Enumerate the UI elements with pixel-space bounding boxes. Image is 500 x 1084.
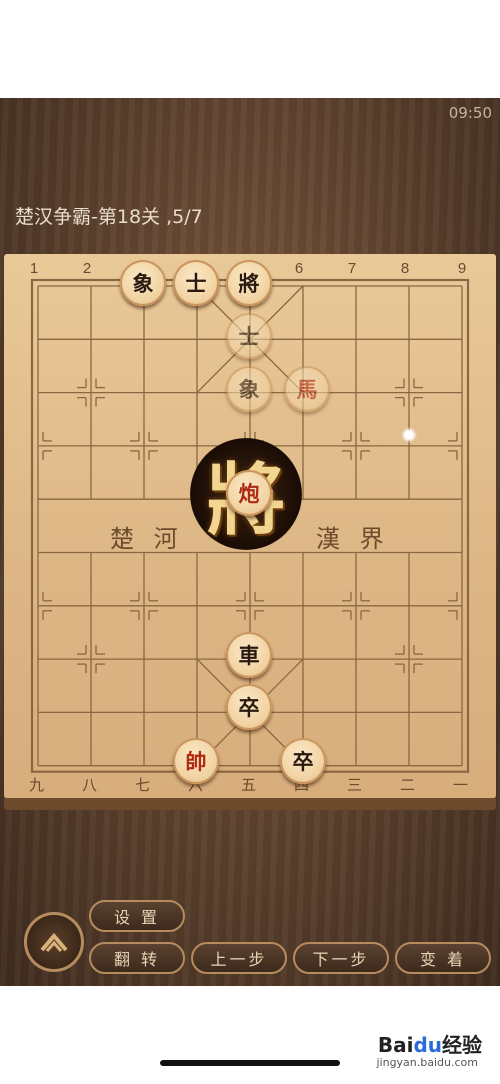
next-move-button[interactable]: 下一步: [293, 942, 389, 974]
level-title: 楚汉争霸-第18关 ,5/7: [15, 206, 203, 228]
piece-red-cannon[interactable]: 炮: [226, 470, 272, 516]
piece-black-elephant-2[interactable]: 象: [226, 366, 272, 412]
piece-black-soldier-2[interactable]: 卒: [280, 738, 326, 784]
watermark-url: jingyan.baidu.com: [376, 1056, 478, 1069]
prev-move-button[interactable]: 上一步: [191, 942, 287, 974]
file-label-top: 8: [401, 260, 409, 277]
file-label-bottom: 九: [29, 776, 45, 794]
file-label-top: 1: [30, 260, 38, 277]
file-label-bottom: 一: [453, 776, 469, 794]
river-label-chu: 楚 河: [110, 525, 184, 553]
file-label-bottom: 五: [241, 776, 257, 794]
piece-red-chariot[interactable]: 車: [226, 632, 272, 678]
file-label-bottom: 二: [400, 776, 416, 794]
piece-black-advisor-2[interactable]: 士: [226, 313, 272, 359]
home-indicator[interactable]: [160, 1060, 340, 1066]
chevron-up-icon: [40, 932, 68, 952]
piece-red-horse[interactable]: 馬: [284, 366, 330, 412]
file-label-top: 6: [295, 260, 303, 277]
piece-black-general[interactable]: 將: [226, 260, 272, 306]
watermark-brand-c: 经验: [442, 1033, 482, 1057]
file-label-top: 9: [458, 260, 466, 277]
settings-button[interactable]: 设 置: [89, 900, 185, 932]
piece-red-king[interactable]: 帥: [173, 738, 219, 784]
piece-black-advisor[interactable]: 士: [173, 260, 219, 306]
piece-black-elephant[interactable]: 象: [120, 260, 166, 306]
watermark-brand-b: du: [413, 1033, 442, 1057]
piece-black-soldier-1[interactable]: 卒: [226, 684, 272, 730]
file-label-bottom: 三: [347, 776, 363, 794]
change-move-button[interactable]: 变 着: [395, 942, 491, 974]
move-hint-dot[interactable]: [401, 427, 417, 443]
watermark-brand: Baidu经验: [378, 1029, 482, 1058]
flip-button[interactable]: 翻 转: [89, 942, 185, 974]
file-label-bottom: 七: [135, 776, 151, 794]
status-time: 09:50: [448, 104, 492, 122]
file-label-bottom: 八: [82, 776, 98, 794]
top-margin: [0, 0, 500, 98]
game-screen: 09:50 楚汉争霸-第18关 ,5/7 1 2 3 4 5 6 7 8 9 楚…: [0, 98, 500, 986]
file-label-top: 2: [83, 260, 91, 277]
file-labels-bottom: 九 八 七 六 五 四 三 二 一: [4, 774, 496, 794]
menu-button[interactable]: [24, 912, 84, 972]
watermark-brand-a: Bai: [377, 1033, 414, 1057]
river-label-han: 漢 界: [316, 525, 390, 553]
file-label-top: 7: [348, 260, 356, 277]
